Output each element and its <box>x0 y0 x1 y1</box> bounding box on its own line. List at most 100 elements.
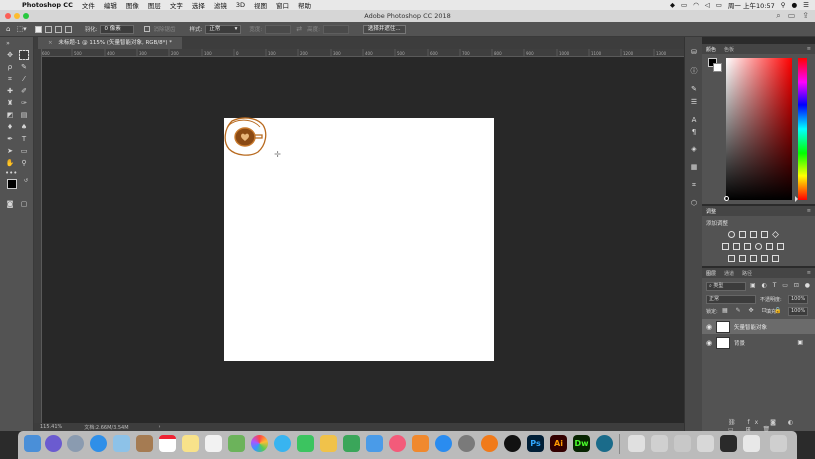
marquee-tool-icon[interactable] <box>19 50 29 60</box>
info-icon[interactable]: ⓘ <box>689 66 699 76</box>
numbers-icon[interactable] <box>343 435 360 452</box>
notes-icon[interactable] <box>182 435 199 452</box>
apple-icon[interactable] <box>7 1 15 9</box>
pages-icon[interactable] <box>320 435 337 452</box>
books-icon[interactable] <box>412 435 429 452</box>
photo-filter-icon[interactable] <box>755 243 762 250</box>
tab-channels[interactable]: 通道 <box>720 270 738 277</box>
menu-image[interactable]: 图像 <box>126 0 139 10</box>
folder-stack-icon[interactable] <box>674 435 691 452</box>
calendar-icon[interactable] <box>159 435 176 452</box>
path-select-tool-icon[interactable]: ➤ <box>5 146 15 156</box>
actions-icon[interactable]: ⬡ <box>689 198 699 208</box>
visibility-eye-icon[interactable]: ◉ <box>702 323 716 331</box>
brush-settings-icon[interactable]: ✎ <box>689 84 699 94</box>
tab-swatches[interactable]: 色板 <box>720 46 738 53</box>
swap-colors-icon[interactable]: ↺ <box>21 176 31 186</box>
collapse-icon[interactable]: » <box>3 39 13 49</box>
black-white-icon[interactable] <box>744 243 751 250</box>
search-icon[interactable]: ⌕ <box>776 11 780 21</box>
eyedropper-tool-icon[interactable]: ⁄ <box>19 74 29 84</box>
fill-input[interactable]: 100% <box>788 307 808 316</box>
menu-file[interactable]: 文件 <box>82 0 95 10</box>
panel-menu-icon[interactable]: ≡ <box>803 46 815 52</box>
character-icon[interactable]: A <box>689 115 699 125</box>
document-stack-icon[interactable] <box>651 435 668 452</box>
move-tool-icon[interactable]: ✥ <box>5 50 15 60</box>
intersect-selection-icon[interactable] <box>64 25 72 33</box>
menu-window[interactable]: 窗口 <box>276 0 289 10</box>
wifi-icon[interactable]: ◠ <box>693 1 699 9</box>
battery-icon[interactable]: ▭ <box>716 1 722 9</box>
menu-view[interactable]: 视图 <box>254 0 267 10</box>
menubar-clock[interactable]: 周一 上午10:57 <box>728 0 775 10</box>
photos-icon[interactable] <box>251 435 268 452</box>
menu-type[interactable]: 文字 <box>170 0 183 10</box>
hand-tool-icon[interactable]: ✋ <box>5 158 15 168</box>
properties-icon[interactable]: ⌗ <box>689 180 699 190</box>
document-tab[interactable]: × 未标题-1 @ 115% (矢量智能对象, RGB/8*) * <box>38 37 183 49</box>
zoom-tool-icon[interactable]: ⚲ <box>19 158 29 168</box>
healing-tool-icon[interactable]: ✚ <box>5 86 15 96</box>
firefox-icon[interactable] <box>481 435 498 452</box>
width-input[interactable] <box>265 24 292 34</box>
hue-saturation-icon[interactable] <box>722 243 729 250</box>
curves-icon[interactable] <box>750 231 757 238</box>
lasso-tool-icon[interactable]: ρ <box>5 62 15 72</box>
messages-icon[interactable] <box>274 435 291 452</box>
new-selection-icon[interactable] <box>34 25 42 33</box>
status-arrow-icon[interactable]: › <box>159 424 161 430</box>
illustrator-icon[interactable]: Ai <box>550 435 567 452</box>
style-select[interactable]: 正常 ▾ <box>205 24 242 34</box>
color-panel-background-swatch[interactable] <box>713 63 722 72</box>
visibility-eye-icon[interactable]: ◉ <box>702 339 716 347</box>
siri-icon[interactable]: ● <box>792 1 798 9</box>
photoshop-icon[interactable]: Ps <box>527 435 544 452</box>
shape-tool-icon[interactable]: ▭ <box>19 146 29 156</box>
crop-tool-icon[interactable]: ⌗ <box>5 74 15 84</box>
blur-tool-icon[interactable]: ♦ <box>5 122 15 132</box>
panel-menu-icon[interactable]: ≡ <box>803 270 815 276</box>
threshold-icon[interactable] <box>750 255 757 262</box>
reminders-icon[interactable] <box>205 435 222 452</box>
layer-filter-select[interactable]: ⌕ 类型 <box>706 282 746 291</box>
opacity-input[interactable]: 100% <box>788 295 808 304</box>
eraser-tool-icon[interactable]: ◩ <box>5 110 15 120</box>
quick-mask-icon[interactable]: ◙ <box>5 199 15 209</box>
trash-icon[interactable] <box>770 435 787 452</box>
dropbox-icon[interactable]: ◆ <box>670 1 675 9</box>
posterize-icon[interactable] <box>739 255 746 262</box>
keynote-icon[interactable] <box>366 435 383 452</box>
type-tool-icon[interactable]: T <box>19 134 29 144</box>
contacts-icon[interactable] <box>136 435 153 452</box>
tool-presets-icon[interactable]: ☰ <box>689 97 699 107</box>
menu-layer[interactable]: 图层 <box>148 0 161 10</box>
menu-select[interactable]: 选择 <box>192 0 205 10</box>
brightness-contrast-icon[interactable] <box>728 231 735 238</box>
system-preferences-icon[interactable] <box>458 435 475 452</box>
screen-mode-icon[interactable]: ▢ <box>19 199 29 209</box>
menu-help[interactable]: 帮助 <box>298 0 311 10</box>
tab-layers[interactable]: 图层 <box>702 270 720 277</box>
selective-color-icon[interactable] <box>772 255 779 262</box>
styles-icon[interactable]: ◈ <box>689 144 699 154</box>
maps-icon[interactable] <box>228 435 245 452</box>
menu-app[interactable]: Photoshop CC <box>22 1 73 9</box>
foreground-color-swatch[interactable] <box>7 179 17 189</box>
history-brush-tool-icon[interactable]: ✑ <box>19 98 29 108</box>
facetime-icon[interactable] <box>297 435 314 452</box>
layer-row-background[interactable]: ◉ 背景 ▣ <box>702 335 815 350</box>
exposure-icon[interactable] <box>761 231 768 238</box>
panel-menu-icon[interactable]: ≡ <box>803 208 815 214</box>
more-tools-icon[interactable]: ••• <box>5 168 17 178</box>
levels-icon[interactable] <box>739 231 746 238</box>
channel-mixer-icon[interactable] <box>766 243 773 250</box>
qq-icon[interactable] <box>504 435 521 452</box>
image-stack-icon[interactable] <box>697 435 714 452</box>
hue-slider[interactable] <box>798 58 807 200</box>
close-tab-icon[interactable]: × <box>48 40 53 46</box>
music-icon[interactable] <box>389 435 406 452</box>
safari-icon[interactable] <box>90 435 107 452</box>
home-icon[interactable]: ⌂ <box>6 25 10 33</box>
vibrance-icon[interactable] <box>772 231 779 238</box>
